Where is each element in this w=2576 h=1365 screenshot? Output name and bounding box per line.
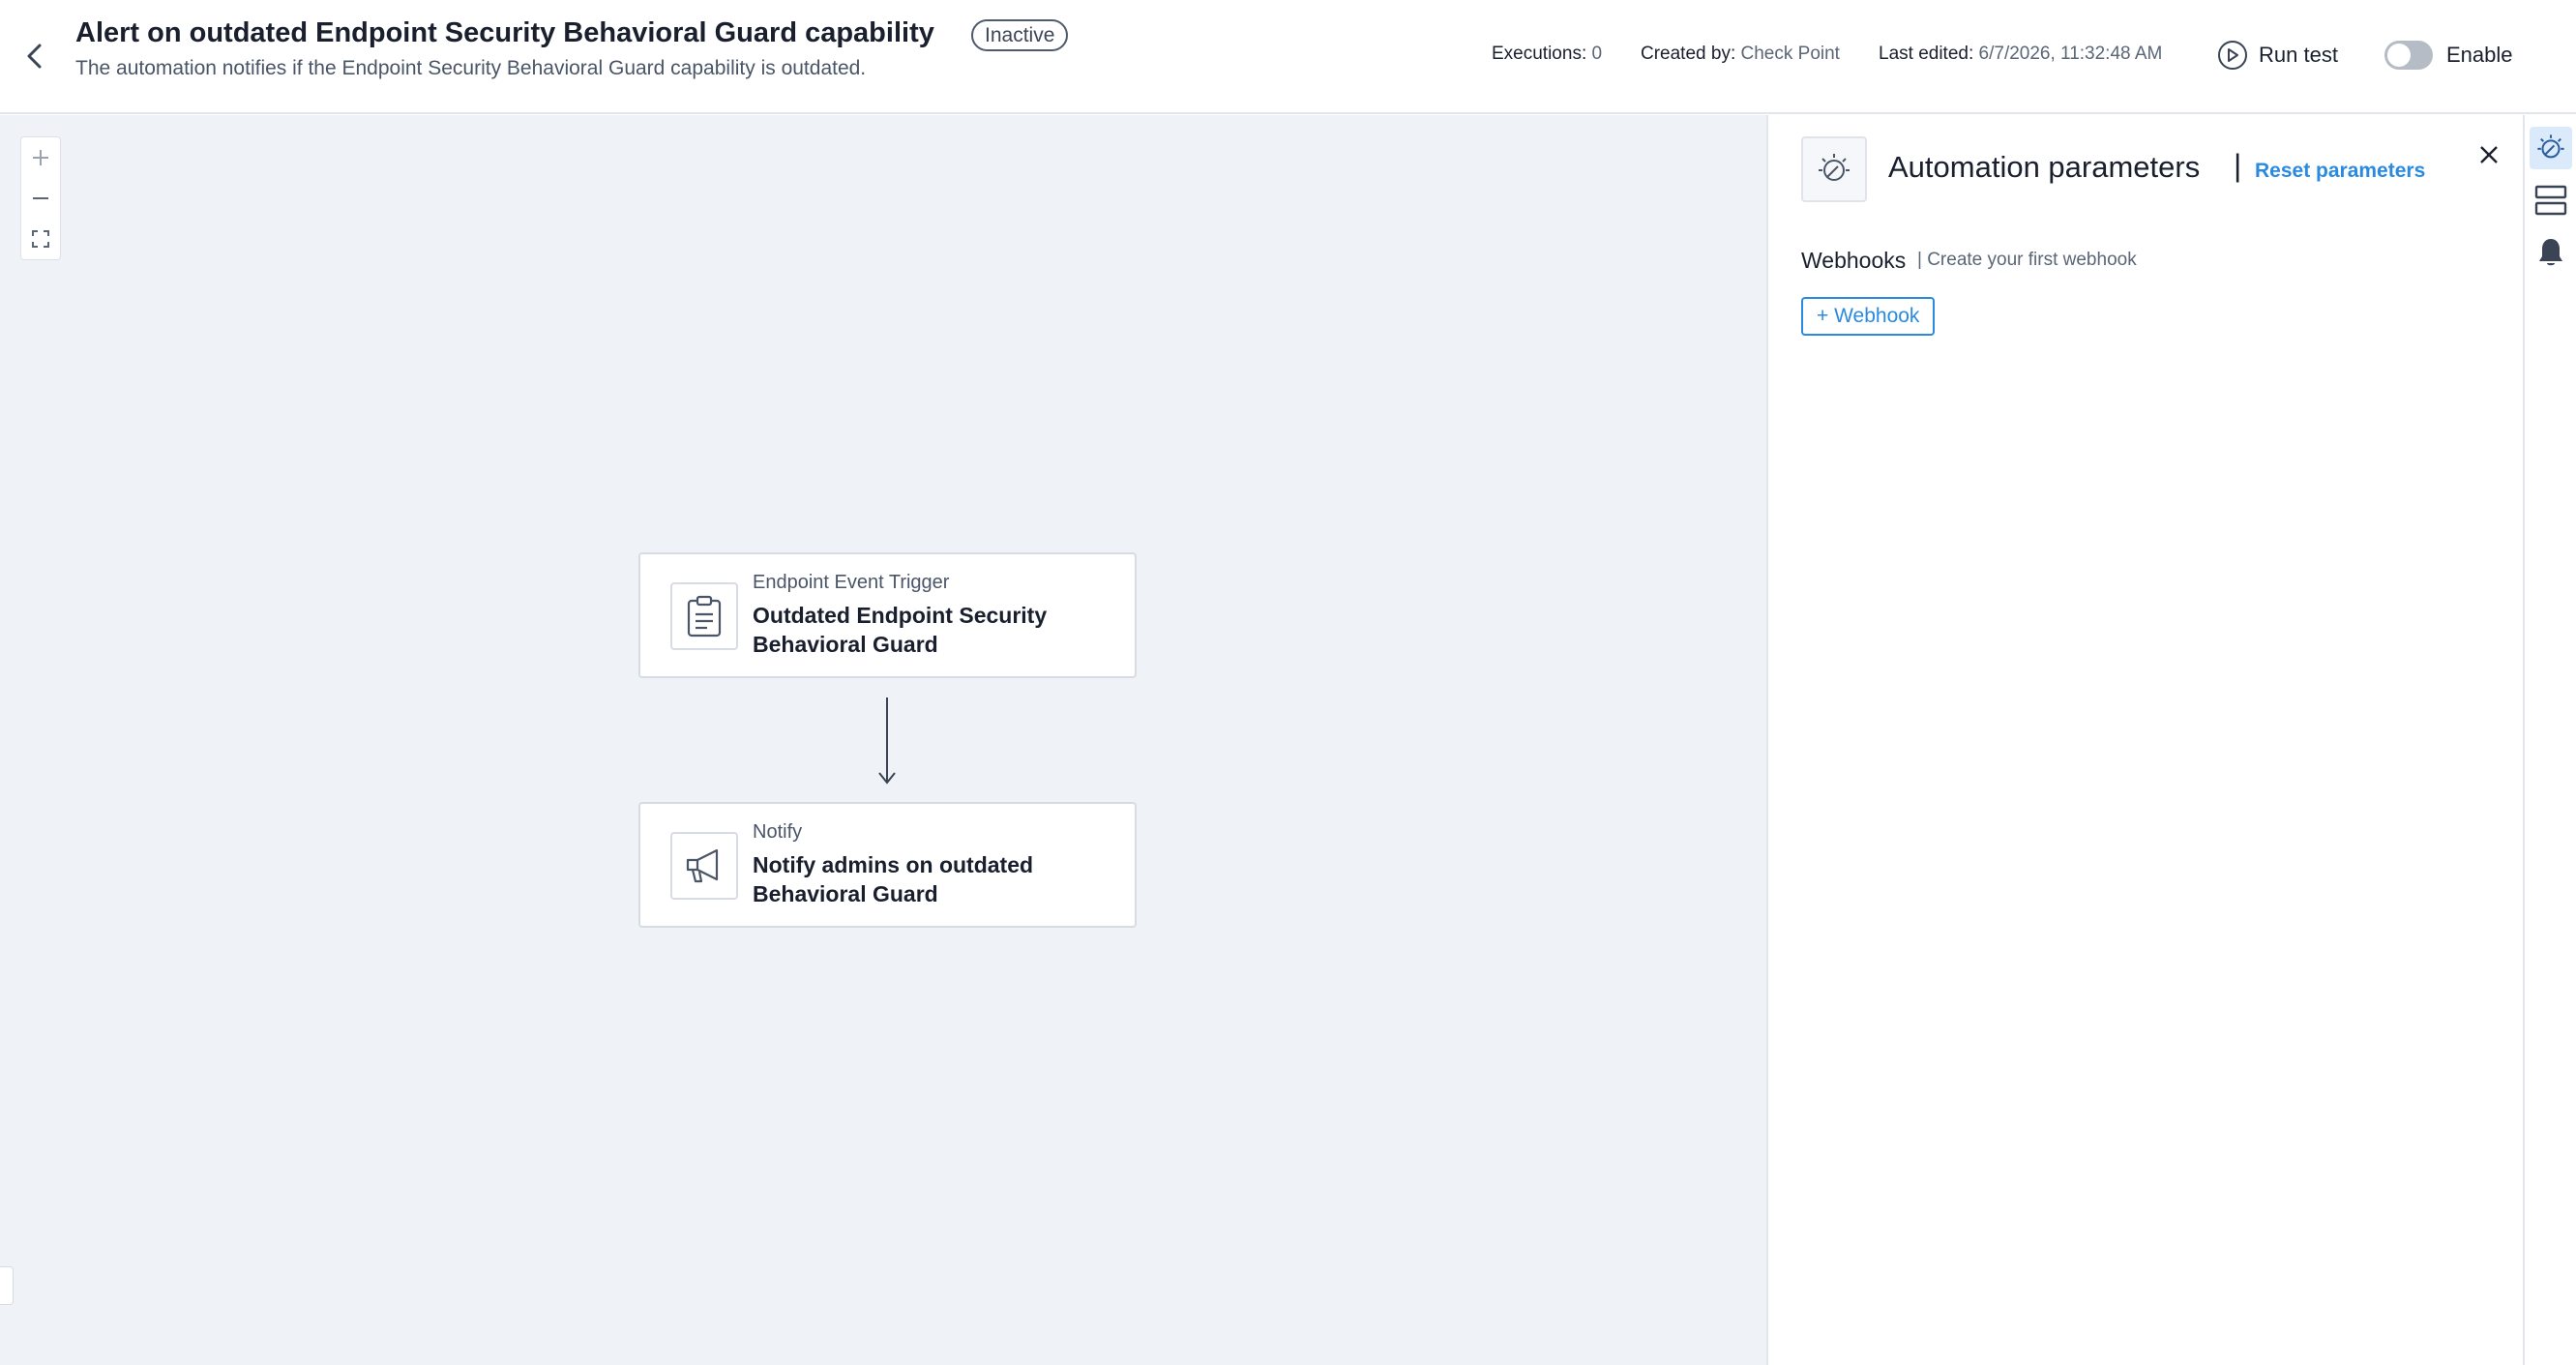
run-test-button[interactable]: Run test (2218, 41, 2338, 70)
zoom-in-button[interactable] (21, 137, 60, 178)
page-header: Alert on outdated Endpoint Security Beha… (0, 0, 2576, 114)
side-rail (2523, 115, 2576, 1365)
fullscreen-icon (32, 230, 49, 248)
enable-label: Enable (2446, 43, 2513, 67)
notify-node[interactable]: Notify Notify admins on outdated Behavio… (638, 802, 1137, 928)
automation-parameters-panel: Automation parameters | Reset parameters… (1766, 115, 2523, 1365)
last-edited-value: 6/7/2026, 11:32:48 AM (1978, 44, 2163, 64)
page-subtitle: The automation notifies if the Endpoint … (75, 57, 867, 79)
workflow-canvas[interactable]: Endpoint Event Trigger Outdated Endpoint… (0, 115, 1766, 1365)
title-separator: | (2234, 148, 2242, 183)
clipboard-icon (670, 582, 738, 650)
megaphone-icon (670, 832, 738, 900)
close-icon (2480, 146, 2498, 163)
bell-icon (2539, 239, 2562, 266)
play-icon (2218, 41, 2247, 70)
executions-value: 0 (1591, 44, 1603, 64)
zoom-controls (20, 136, 61, 260)
status-badge: Inactive (971, 19, 1069, 51)
enable-toggle[interactable] (2384, 41, 2433, 70)
automation-parameters-icon (1801, 136, 1867, 202)
rail-notifications[interactable] (2530, 231, 2572, 274)
last-edited-info: Last edited: 6/7/2026, 11:32:48 AM (1879, 44, 2162, 65)
created-by-value: Check Point (1740, 44, 1840, 64)
add-webhook-button[interactable]: + Webhook (1801, 297, 1936, 336)
fit-to-screen-button[interactable] (21, 219, 60, 259)
executions-info: Executions: 0 (1492, 44, 1602, 65)
plus-icon (33, 150, 48, 165)
zoom-out-button[interactable] (21, 178, 60, 219)
reset-parameters-link[interactable]: Reset parameters (2255, 160, 2425, 183)
minus-icon (33, 197, 48, 199)
trigger-node[interactable]: Endpoint Event Trigger Outdated Endpoint… (638, 552, 1137, 678)
back-button[interactable] (17, 37, 50, 75)
created-by-info: Created by: Check Point (1641, 44, 1840, 65)
node-name: Notify admins on outdated Behavioral Gua… (753, 852, 1034, 906)
close-panel-button[interactable] (2472, 138, 2505, 171)
layout-rows-icon (2534, 185, 2567, 216)
rail-automation-parameters[interactable] (2530, 127, 2572, 169)
page-title: Alert on outdated Endpoint Security Beha… (75, 17, 934, 48)
webhooks-hint: | Create your first webhook (1917, 250, 2137, 270)
automation-parameters-icon (2537, 134, 2564, 159)
node-type-label: Endpoint Event Trigger (753, 572, 950, 593)
enable-control: Enable (2384, 41, 2513, 70)
webhooks-label: Webhooks (1801, 248, 1907, 273)
executions-label: Executions: (1492, 44, 1587, 64)
panel-title: Automation parameters (1888, 150, 2201, 184)
chevron-left-icon (27, 44, 42, 69)
node-name: Outdated Endpoint Security Behavioral Gu… (753, 603, 1048, 657)
node-type-label: Notify (753, 821, 803, 843)
run-test-label: Run test (2259, 43, 2338, 67)
connector-arrow (878, 697, 896, 785)
last-edited-label: Last edited: (1879, 44, 1974, 64)
rail-layout[interactable] (2530, 179, 2572, 222)
created-by-label: Created by: (1641, 44, 1736, 64)
collapsed-panel-tab[interactable] (0, 1266, 14, 1305)
